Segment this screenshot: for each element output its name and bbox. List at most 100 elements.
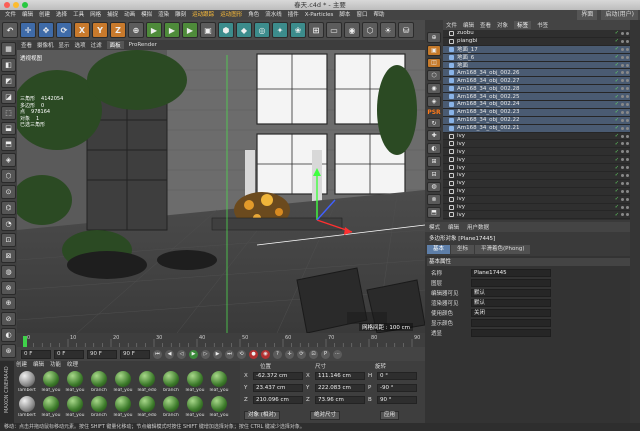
enabled-check-icon[interactable]: ✓ [615,212,619,218]
editor-visibility-dot[interactable] [621,173,624,177]
enabled-check-icon[interactable]: ✓ [615,94,619,100]
material-swatch[interactable]: lambert [16,371,38,395]
editor-visibility-dot[interactable] [621,55,624,59]
menu-item[interactable]: 脚本 [336,10,353,20]
end-preview-field[interactable]: 90 F [120,349,150,359]
enabled-check-icon[interactable]: ✓ [615,180,619,186]
render-visibility-dot[interactable] [626,142,629,146]
visibility-dots[interactable] [621,205,629,209]
material-swatch[interactable]: branch [88,371,110,395]
editor-visibility-dot[interactable] [621,205,624,209]
enabled-check-icon[interactable]: ✓ [615,86,619,92]
attribute-tab[interactable]: 平滑着色(Phong) [475,245,531,254]
minimize-window-button[interactable] [13,2,19,8]
render-visibility-dot[interactable] [626,126,629,130]
attribute-value-field[interactable] [471,319,551,327]
end-frame-field[interactable]: 90 F [87,349,117,359]
object-side-icon[interactable]: ◈ [427,95,441,107]
material-swatch[interactable]: leaf_you [184,371,206,395]
keyframe-selection-icon[interactable]: ? [273,349,282,359]
scale-key-icon[interactable]: ⊡ [309,349,318,359]
enabled-check-icon[interactable]: ✓ [615,196,619,202]
object-side-icon[interactable]: ⊞ [427,156,441,167]
object-row[interactable]: Am168_34_obj_002.25 ✓ [443,93,633,102]
object-menu-item[interactable]: 查看 [480,21,491,29]
coord-mode-dropdown[interactable]: 对象 (相对) [244,411,281,420]
object-row[interactable]: Am168_34_obj_002.26 ✓ [443,69,633,78]
menu-item[interactable]: 插件 [285,10,302,20]
editor-visibility-dot[interactable] [621,166,624,170]
object-side-icon[interactable]: ⬒ [427,207,441,218]
render-visibility-dot[interactable] [626,87,629,91]
enabled-check-icon[interactable]: ✓ [615,38,619,44]
visibility-dots[interactable] [621,71,629,75]
attribute-value-field[interactable]: 关闭 [471,309,551,317]
viewport-menu-item[interactable]: ProRender [129,42,157,48]
record-key-icon[interactable]: ● [249,349,258,359]
left-tool-icon[interactable]: ⬚ [1,105,16,120]
object-row[interactable]: Am168_34_obj_002.27 ✓ [443,77,633,86]
material-swatch[interactable]: branch [160,396,182,420]
param-key-icon[interactable]: P [321,349,330,359]
material-swatch[interactable]: leaf_you [64,396,86,420]
enabled-check-icon[interactable]: ✓ [615,157,619,163]
attribute-menu-item[interactable]: 模式 [429,223,440,231]
viewport-menu-item[interactable]: 选项 [75,41,86,49]
left-tool-icon[interactable]: ▦ [1,42,16,56]
toolbar-tool-icon[interactable]: X [74,22,90,38]
object-row[interactable]: ivy ✓ [443,211,633,220]
menu-item[interactable]: 雕刻 [172,10,189,20]
enabled-check-icon[interactable]: ✓ [615,165,619,171]
left-tool-icon[interactable]: ⬡ [1,169,16,184]
material-swatch[interactable]: branch [160,371,182,395]
visibility-dots[interactable] [621,110,629,114]
object-row[interactable]: ivy ✓ [443,180,633,188]
layout-selector[interactable]: 界面 [577,10,598,20]
material-menu-item[interactable]: 纹理 [67,361,78,370]
object-row[interactable]: ivy ✓ [443,140,633,149]
left-tool-icon[interactable]: ⊙ [1,185,16,200]
toolbar-tool-icon[interactable]: ✦ [272,22,288,38]
visibility-dots[interactable] [621,102,629,106]
visibility-dots[interactable] [621,158,629,162]
toolbar-tool-icon[interactable]: ▶ [164,22,180,38]
enabled-check-icon[interactable]: ✓ [615,54,619,60]
object-row[interactable]: Am168_34_obj_002.28 ✓ [443,85,633,94]
object-row[interactable]: ivy ✓ [443,204,633,212]
menu-item[interactable]: 流水线 [262,10,285,20]
point-level-icon[interactable]: ⋯ [333,349,342,359]
render-visibility-dot[interactable] [626,173,629,177]
editor-visibility-dot[interactable] [621,102,624,106]
object-side-icon[interactable]: ◉ [427,83,441,94]
toolbar-tool-icon[interactable]: ◉ [344,22,360,38]
object-side-icon[interactable]: ⊕ [427,32,441,43]
attribute-value-field[interactable]: 默认 [471,289,551,297]
render-visibility-dot[interactable] [626,181,629,185]
enabled-check-icon[interactable]: ✓ [615,46,619,52]
menu-item[interactable]: 创建 [36,10,53,20]
material-menu-item[interactable]: 创建 [16,361,27,370]
visibility-dots[interactable] [621,213,629,217]
enabled-check-icon[interactable]: ✓ [615,70,619,76]
render-visibility-dot[interactable] [626,39,629,43]
enabled-check-icon[interactable]: ✓ [615,62,619,68]
left-tool-icon[interactable]: ⬓ [1,121,16,136]
left-tool-icon[interactable]: ◍ [1,264,16,279]
toolbar-tool-icon[interactable]: ☀ [380,22,396,38]
visibility-dots[interactable] [621,166,629,170]
enabled-check-icon[interactable]: ✓ [615,109,619,115]
render-visibility-dot[interactable] [626,158,629,162]
editor-visibility-dot[interactable] [621,118,624,122]
render-visibility-dot[interactable] [626,79,629,83]
object-side-icon[interactable]: ◐ [427,143,441,155]
toolbar-tool-icon[interactable]: Y [92,22,108,38]
editor-visibility-dot[interactable] [621,95,624,99]
timeline-ruler[interactable]: 0 10 20 30 40 50 60 70 80 90 [17,333,425,347]
left-tool-icon[interactable]: ◧ [1,57,16,72]
material-swatch[interactable]: leaf_you [112,396,134,420]
render-visibility-dot[interactable] [626,134,629,138]
rotation-field[interactable]: -90 ° [377,384,417,392]
render-visibility-dot[interactable] [626,31,629,35]
enabled-check-icon[interactable]: ✓ [615,101,619,107]
editor-visibility-dot[interactable] [621,39,624,43]
